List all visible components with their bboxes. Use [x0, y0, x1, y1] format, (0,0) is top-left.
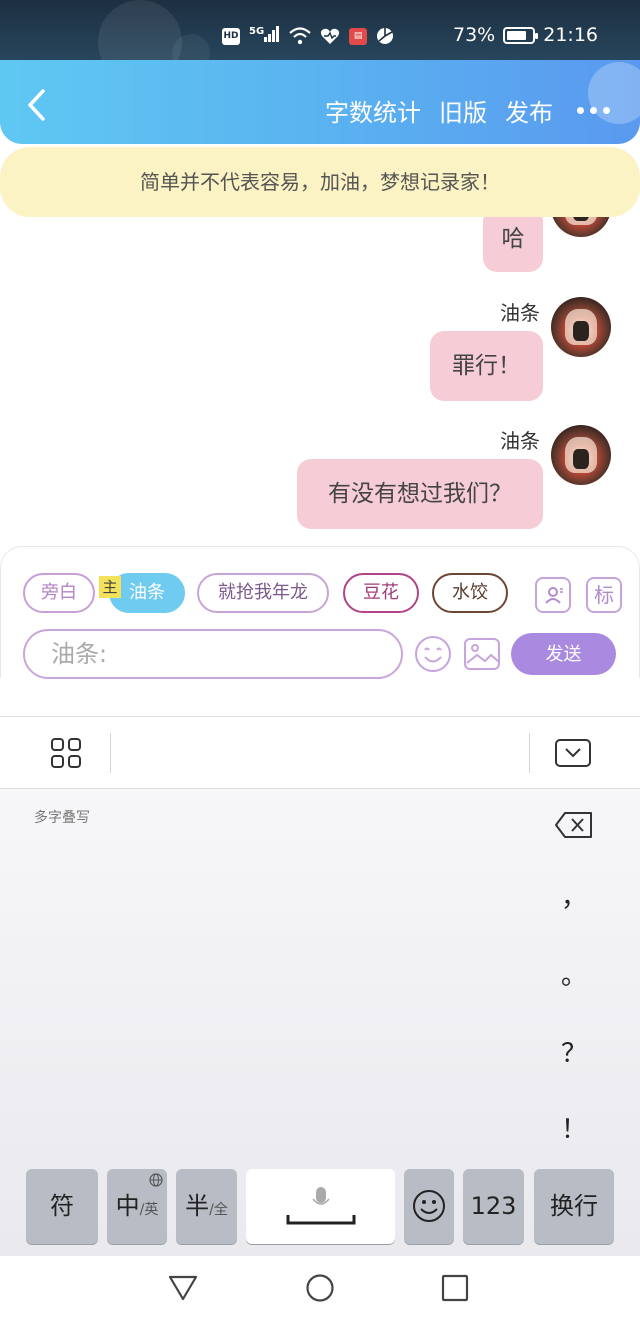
microphone-icon [286, 1187, 355, 1225]
hd-icon: HD [222, 27, 240, 45]
recents-square-icon[interactable] [441, 1274, 469, 1302]
key-half-full-width[interactable]: 半/全 [176, 1169, 237, 1244]
divider [529, 733, 530, 773]
old-version-button[interactable]: 旧版 [439, 93, 487, 128]
wifi-icon [289, 27, 311, 45]
message-bubble[interactable]: 哈 [483, 217, 543, 272]
battery-percent: 73% [453, 24, 496, 46]
key-half-label: 半 [185, 1192, 210, 1220]
publish-button[interactable]: 发布 [505, 93, 553, 128]
avatar[interactable] [551, 217, 611, 237]
battery-icon [503, 26, 539, 44]
status-icons: HD 5G ▤ [222, 26, 394, 46]
sender-name: 油条 [500, 429, 540, 453]
word-count-button[interactable]: 字数统计 [325, 93, 421, 128]
key-space-voice[interactable] [246, 1169, 395, 1244]
message-bubble[interactable]: 有没有想过我们？ [297, 459, 543, 529]
tag-button[interactable]: 标 [586, 577, 622, 613]
image-icon[interactable] [463, 635, 501, 673]
key-symbols[interactable]: 符 [26, 1169, 98, 1244]
backspace-icon[interactable] [555, 811, 593, 839]
chat-area[interactable]: 哈 油条 罪行！ 油条 有没有想过我们？ [0, 217, 640, 547]
key-full-label: /全 [209, 1202, 228, 1218]
divider [110, 733, 111, 773]
more-icon[interactable] [577, 107, 610, 114]
role-chip[interactable]: 水饺 [432, 573, 508, 613]
handwriting-pad[interactable]: 多字叠写 ， 。 ？ ！ 符 中/英 半/全 123 换行 [0, 789, 640, 1256]
main-role-tag: 主 [99, 576, 121, 598]
book-app-icon: ▤ [349, 27, 368, 45]
avatar[interactable] [551, 297, 611, 357]
photo-app-icon [377, 28, 394, 44]
message-input[interactable]: 油条: [23, 629, 403, 679]
globe-icon [149, 1173, 163, 1187]
5g-signal-icon: 5G [249, 26, 280, 46]
punct-key-exclaim[interactable]: ！ [544, 1109, 604, 1146]
key-english-label: /英 [139, 1202, 159, 1218]
grid-menu-icon[interactable] [50, 737, 82, 769]
key-chinese-english[interactable]: 中/英 [107, 1169, 167, 1244]
back-triangle-icon[interactable] [168, 1274, 198, 1302]
editor-header: 字数统计 旧版 发布 [0, 60, 640, 144]
person-card-icon [545, 587, 563, 604]
role-manage-button[interactable] [535, 577, 571, 613]
header-actions: 字数统计 旧版 发布 [325, 93, 610, 128]
punct-key-comma[interactable]: ， [544, 877, 604, 914]
motivation-banner: 简单并不代表容易，加油，梦想记录家！ [0, 147, 640, 217]
system-nav-bar [0, 1256, 640, 1320]
health-icon [321, 28, 340, 44]
key-enter[interactable]: 换行 [534, 1169, 614, 1244]
sender-name: 油条 [500, 301, 540, 325]
clock: 21:16 [543, 24, 598, 46]
status-right: 73% 21:16 [453, 24, 598, 46]
send-button[interactable]: 发送 [511, 633, 616, 675]
back-arrow-icon[interactable] [22, 88, 52, 122]
keyboard-toolbar [0, 716, 640, 789]
punct-key-question[interactable]: ？ [544, 1033, 604, 1070]
key-chinese-label: 中 [115, 1192, 140, 1220]
role-chip-narrator[interactable]: 旁白 [23, 573, 95, 613]
key-numbers[interactable]: 123 [463, 1169, 524, 1244]
emoji-icon[interactable] [414, 635, 452, 673]
role-chip[interactable]: 就抢我年龙 [197, 573, 329, 613]
smiley-icon [413, 1190, 445, 1222]
avatar[interactable] [551, 425, 611, 485]
role-chip[interactable]: 豆花 [343, 573, 419, 613]
message-bubble[interactable]: 罪行！ [430, 331, 543, 401]
hide-keyboard-icon[interactable] [555, 739, 591, 769]
composer-panel: 旁白 主 油条 就抢我年龙 豆花 水饺 标 油条: 发送 [0, 546, 640, 679]
key-emoji[interactable] [404, 1169, 454, 1244]
home-circle-icon[interactable] [305, 1273, 335, 1303]
handwriting-mode-label: 多字叠写 [34, 810, 90, 826]
punct-key-period[interactable]: 。 [544, 955, 604, 992]
